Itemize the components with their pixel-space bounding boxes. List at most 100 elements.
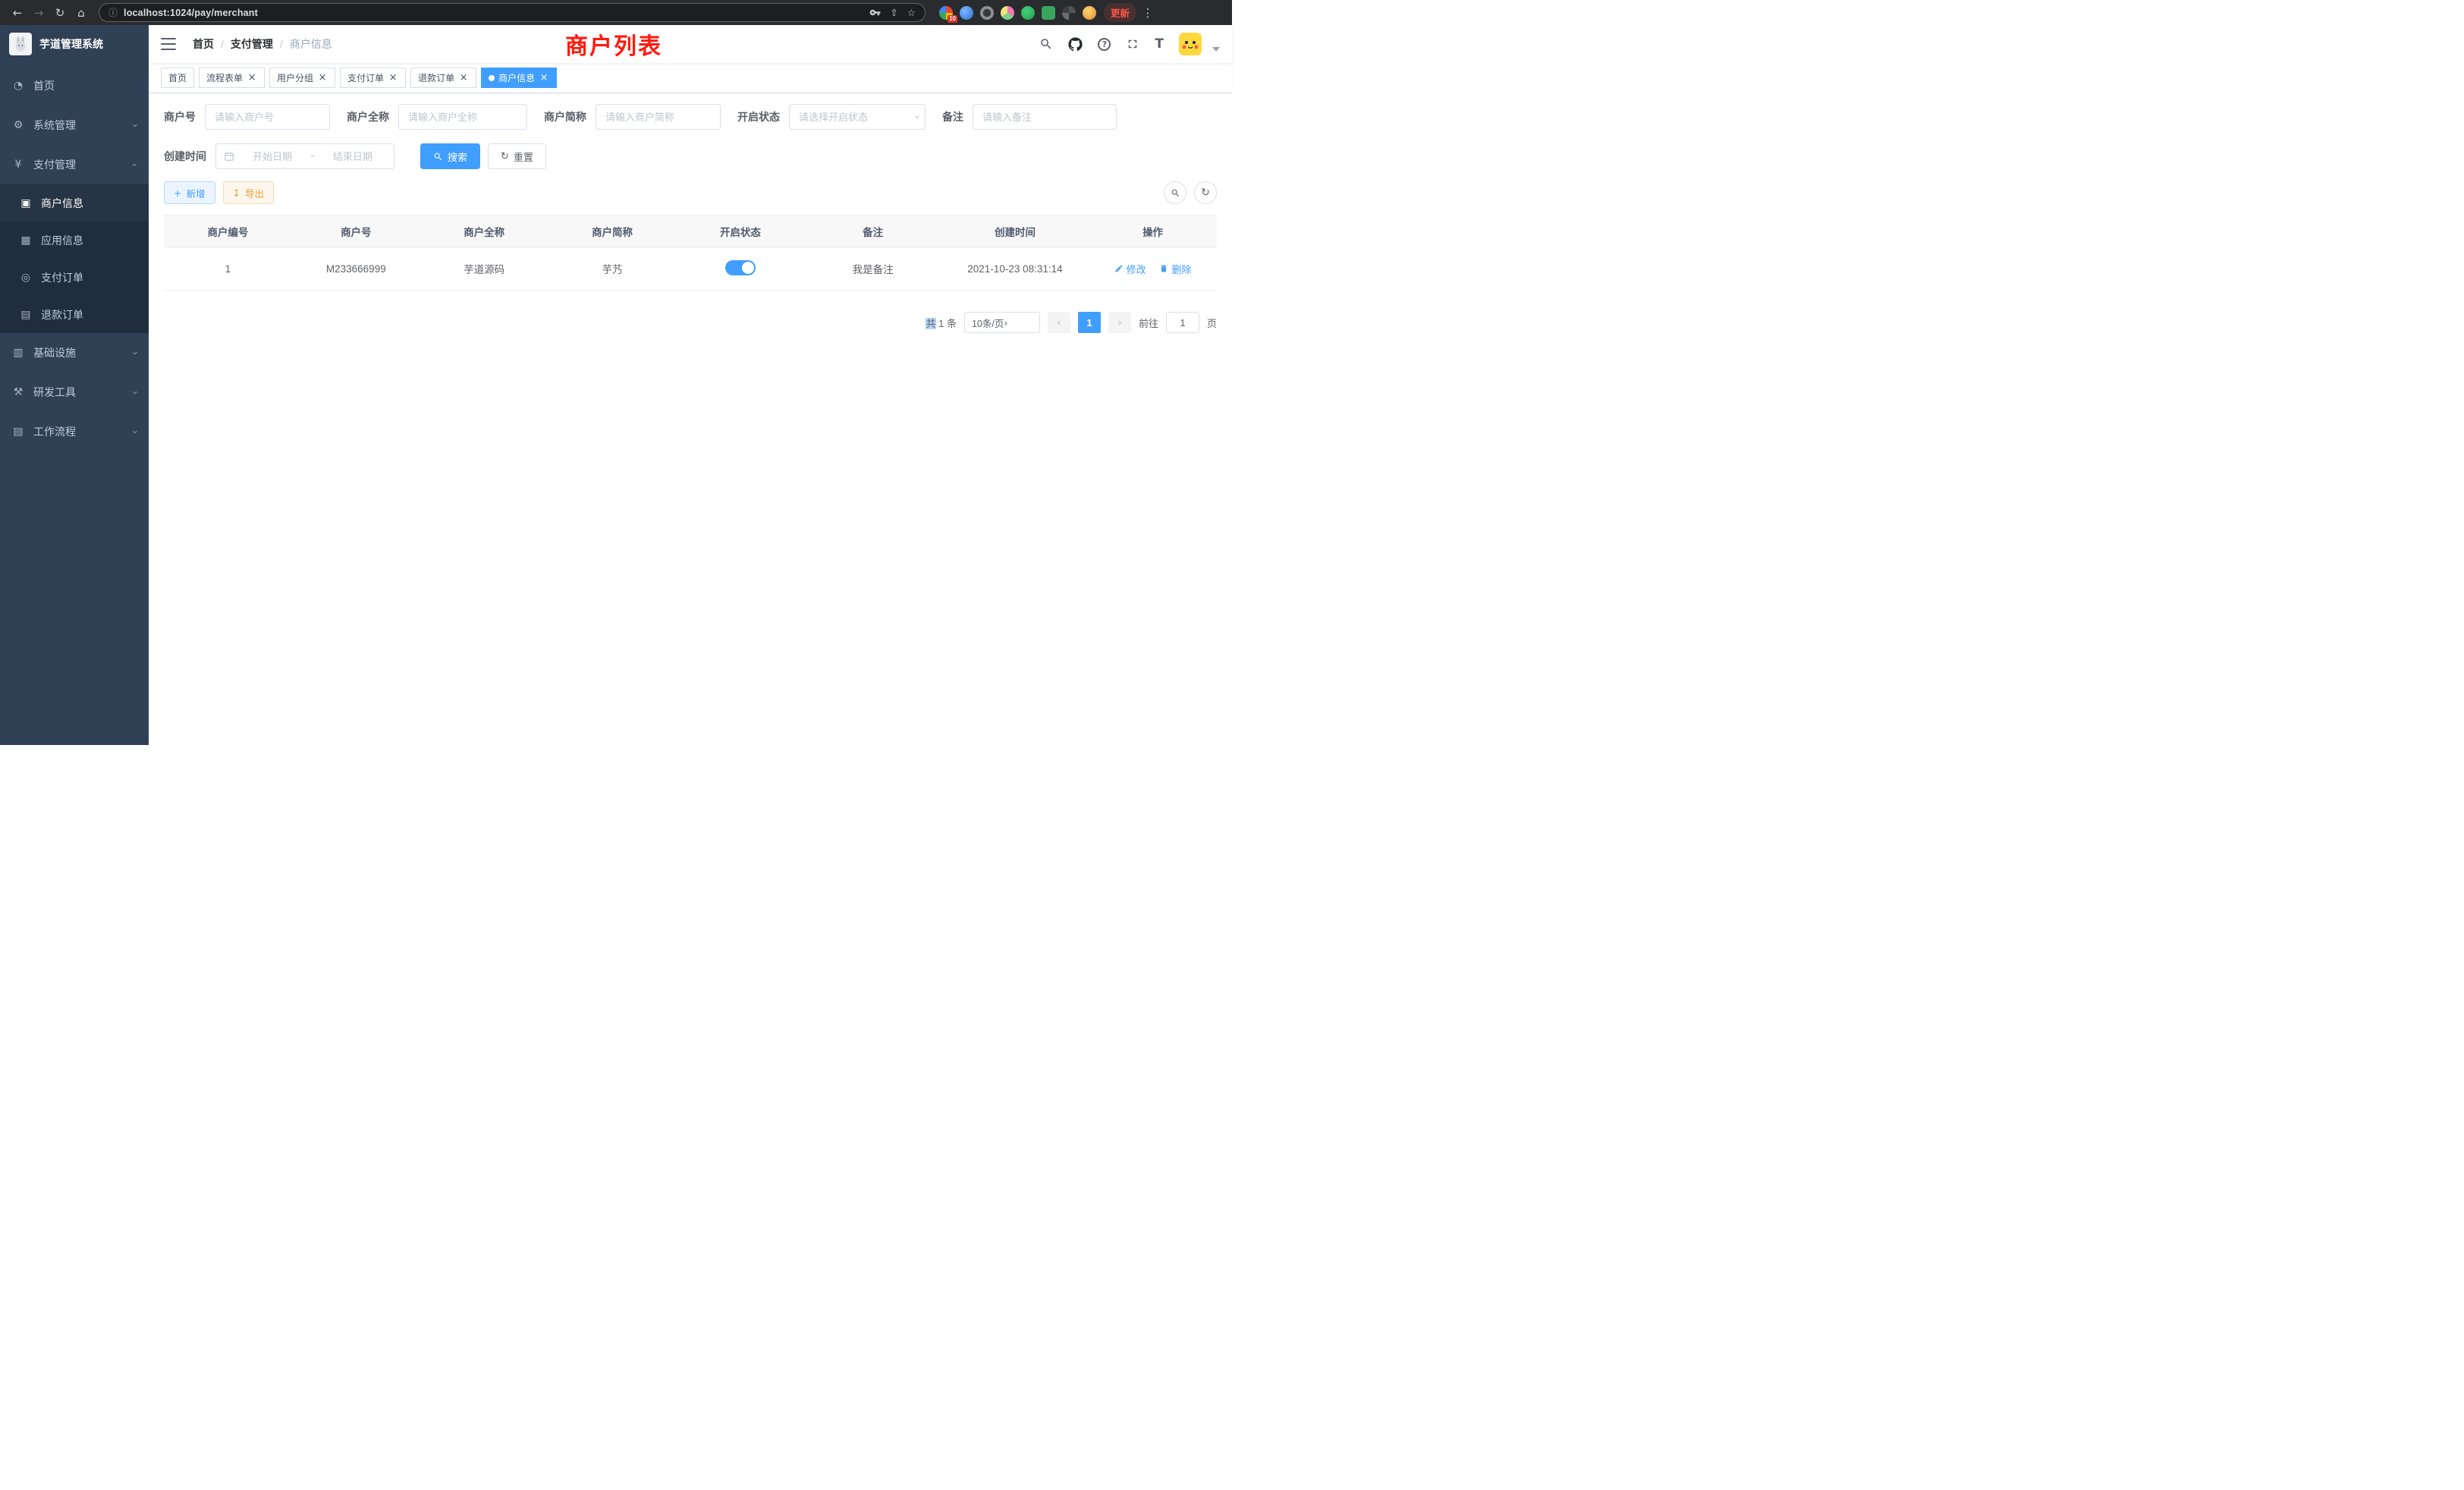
sidebar-item-dev-tools[interactable]: ⚒ 研发工具 ›	[0, 372, 149, 412]
tab-refund-order[interactable]: 退款订单 ×	[410, 68, 476, 88]
main-content: 商户号 商户全称 商户简称 开启状态 › 备注	[149, 93, 1232, 745]
search-icon[interactable]	[1039, 37, 1053, 51]
user-menu-caret-icon[interactable]	[1212, 47, 1220, 52]
browser-menu-icon[interactable]: ⋮	[1138, 3, 1158, 23]
page-size-select[interactable]: 10条/页 ›	[964, 312, 1040, 333]
prev-page-button[interactable]: ‹	[1048, 312, 1070, 333]
close-icon[interactable]: ×	[317, 73, 328, 83]
close-icon[interactable]: ×	[388, 73, 398, 83]
start-date-input[interactable]	[239, 151, 306, 162]
total-count: 共 1 条	[926, 316, 956, 330]
extension-icon[interactable]	[960, 6, 973, 20]
page-1-button[interactable]: 1	[1078, 312, 1101, 333]
sidebar-item-infrastructure[interactable]: ▥ 基础设施 ›	[0, 333, 149, 372]
sidebar-item-label: 商户信息	[41, 196, 83, 211]
chevron-down-icon: ›	[129, 350, 140, 354]
refresh-table-button[interactable]: ↻	[1194, 181, 1217, 204]
short-name-input[interactable]	[596, 104, 721, 130]
sidebar: 芋道管理系统 ◔ 首页 ⚙ 系统管理 › ¥ 支付管理 › ▣ 商户信息	[0, 25, 149, 745]
cell-actions: 修改 删除	[1089, 247, 1217, 291]
close-icon[interactable]: ×	[539, 73, 549, 83]
monitor-icon: ▥	[12, 347, 24, 359]
breadcrumb-payment[interactable]: 支付管理	[231, 36, 273, 52]
extension-icon[interactable]	[1021, 6, 1035, 20]
browser-home-button[interactable]: ⌂	[71, 3, 91, 23]
sidebar-item-pay-order[interactable]: ◎ 支付订单	[0, 259, 149, 296]
next-page-button[interactable]: ›	[1108, 312, 1131, 333]
browser-back-button[interactable]: ←	[8, 3, 27, 23]
github-icon[interactable]	[1068, 37, 1083, 52]
status-select[interactable]	[789, 104, 926, 130]
browser-reload-button[interactable]: ↻	[50, 3, 70, 23]
sidebar-item-system[interactable]: ⚙ 系统管理 ›	[0, 105, 149, 145]
export-button[interactable]: ↧ 导出	[223, 181, 275, 204]
password-key-icon[interactable]	[869, 7, 881, 18]
font-size-icon[interactable]: T	[1155, 36, 1164, 52]
full-name-input[interactable]	[398, 104, 527, 130]
toggle-search-button[interactable]	[1164, 181, 1186, 204]
tab-label: 支付订单	[347, 71, 384, 84]
bookmark-star-icon[interactable]: ☆	[907, 7, 916, 18]
site-info-icon[interactable]: ⓘ	[108, 6, 118, 19]
chevron-down-icon: ›	[129, 123, 140, 127]
sidebar-item-workflow[interactable]: ▤ 工作流程 ›	[0, 412, 149, 451]
table-row: 1 M233666999 芋道源码 芋艿 我是备注 2021-10-23 08:…	[164, 247, 1217, 291]
extension-icon[interactable]: 10	[939, 6, 953, 20]
browser-forward-button[interactable]: →	[29, 3, 49, 23]
user-avatar[interactable]	[1179, 33, 1202, 55]
address-bar[interactable]: ⓘ localhost:1024/pay/merchant ⇧ ☆	[99, 3, 926, 22]
close-icon[interactable]: ×	[247, 73, 257, 83]
extension-icon[interactable]	[1001, 6, 1014, 20]
tab-process-form[interactable]: 流程表单 ×	[199, 68, 265, 88]
tab-pay-order[interactable]: 支付订单 ×	[340, 68, 406, 88]
sidebar-item-refund-order[interactable]: ▤ 退款订单	[0, 296, 149, 333]
payment-submenu: ▣ 商户信息 ▦ 应用信息 ◎ 支付订单 ▤ 退款订单	[0, 184, 149, 333]
active-tab-dot	[489, 75, 495, 81]
extension-icon[interactable]	[1083, 6, 1096, 20]
dashboard-icon: ◔	[12, 80, 24, 92]
extension-icon[interactable]	[1062, 6, 1076, 20]
tab-label: 用户分组	[277, 71, 313, 84]
refresh-icon: ↻	[501, 151, 509, 162]
extension-icon[interactable]	[980, 6, 994, 20]
status-toggle[interactable]	[725, 260, 756, 275]
tab-user-group[interactable]: 用户分组 ×	[269, 68, 335, 88]
goto-page-input[interactable]	[1166, 312, 1199, 333]
sidebar-fold-icon[interactable]	[161, 38, 176, 50]
sidebar-item-app-info[interactable]: ▦ 应用信息	[0, 222, 149, 259]
reset-button[interactable]: ↻ 重置	[488, 143, 546, 169]
sidebar-item-home[interactable]: ◔ 首页	[0, 66, 149, 105]
filter-merchant-no: 商户号	[164, 104, 330, 130]
merchant-no-input[interactable]	[205, 104, 330, 130]
sidebar-item-payment[interactable]: ¥ 支付管理 ›	[0, 145, 149, 184]
search-button[interactable]: 搜索	[420, 143, 480, 169]
delete-link[interactable]: 删除	[1159, 262, 1191, 276]
breadcrumb: 首页 / 支付管理 / 商户信息	[193, 36, 332, 52]
remark-label: 备注	[942, 109, 963, 124]
extension-icon[interactable]	[1042, 6, 1055, 20]
browser-update-button[interactable]: 更新	[1104, 3, 1136, 22]
edit-link[interactable]: 修改	[1114, 262, 1146, 276]
goto-label: 前往	[1139, 316, 1158, 330]
fullscreen-icon[interactable]	[1126, 37, 1139, 51]
breadcrumb-home[interactable]: 首页	[193, 36, 214, 52]
share-icon[interactable]: ⇧	[890, 7, 897, 18]
app-logo[interactable]: 芋道管理系统	[0, 25, 149, 63]
col-header-actions: 操作	[1089, 215, 1217, 247]
add-button[interactable]: + 新增	[164, 181, 215, 204]
date-range-picker[interactable]: -	[215, 143, 394, 169]
page: ← → ↻ ⌂ ⓘ localhost:1024/pay/merchant ⇧ …	[0, 0, 1232, 745]
export-button-label: 导出	[245, 186, 264, 200]
tab-label: 退款订单	[418, 71, 454, 84]
end-date-input[interactable]	[319, 151, 386, 162]
tab-merchant-info[interactable]: 商户信息 ×	[481, 68, 557, 88]
help-icon[interactable]: ?	[1098, 38, 1111, 51]
tab-home[interactable]: 首页	[161, 68, 194, 88]
status-label: 开启状态	[737, 109, 780, 124]
chevron-up-icon: ›	[129, 162, 140, 166]
sidebar-item-merchant-info[interactable]: ▣ 商户信息	[0, 184, 149, 222]
remark-input[interactable]	[973, 104, 1117, 130]
close-icon[interactable]: ×	[458, 73, 469, 83]
app-title: 芋道管理系统	[39, 36, 103, 52]
date-range-separator: -	[310, 149, 314, 163]
